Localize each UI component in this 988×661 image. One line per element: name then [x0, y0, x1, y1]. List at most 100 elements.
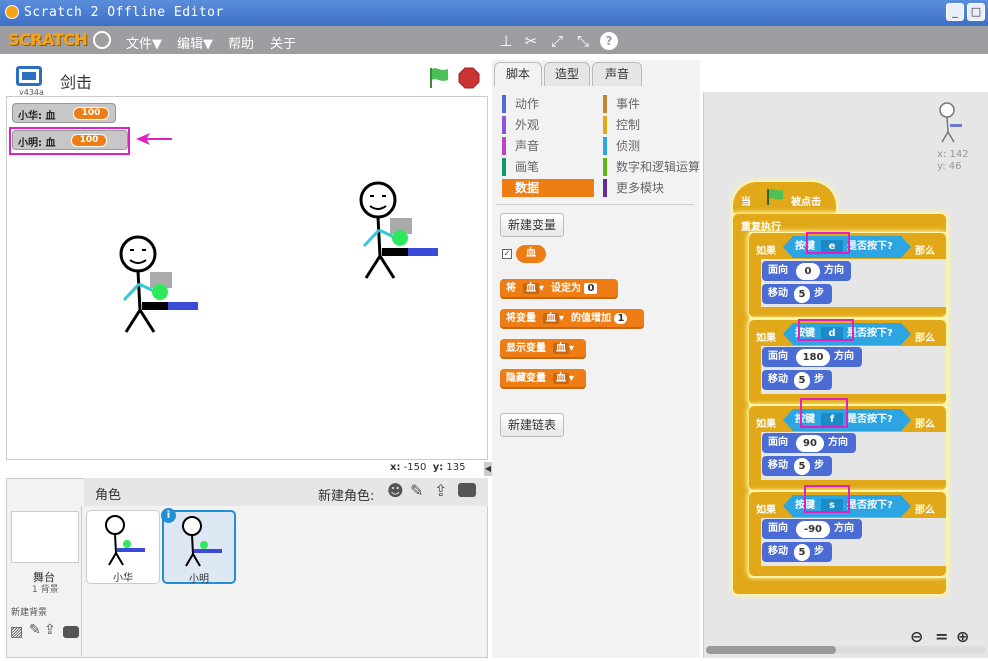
duplicate-stamp-icon[interactable]: ⊥: [497, 32, 515, 50]
menu-file[interactable]: 文件▼: [126, 33, 162, 52]
steps-input[interactable]: 5: [794, 458, 810, 475]
sprite-thumbnail-image: [182, 516, 222, 567]
menu-help[interactable]: 帮助: [228, 33, 254, 52]
scratch-logo[interactable]: SCRATCH: [8, 30, 88, 49]
tab-costumes[interactable]: 造型: [544, 62, 590, 86]
steps-input[interactable]: 5: [794, 286, 810, 303]
sprite-panel-title: 角色: [95, 488, 122, 503]
category-pen[interactable]: 画笔: [502, 158, 594, 176]
new-variable-button[interactable]: 新建变量: [500, 213, 564, 237]
direction-input[interactable]: 90: [796, 435, 824, 452]
backdrop-upload-icon[interactable]: ⇪: [44, 622, 56, 638]
variable-value: 100: [73, 107, 109, 120]
info-icon[interactable]: i: [161, 508, 176, 523]
category-list-right: 事件 控制 侦测 数字和逻辑运算 更多模块: [603, 95, 700, 197]
collapse-arrow-icon[interactable]: ◀: [484, 462, 492, 476]
green-flag-icon: [767, 189, 783, 205]
arrow-annotation-icon: [136, 133, 172, 145]
highlight-box: [804, 485, 850, 513]
highlight-box: [9, 127, 130, 155]
new-backdrop-label: 新建背景: [11, 608, 48, 618]
block-help-icon[interactable]: ?: [600, 32, 618, 50]
backdrop-camera-icon[interactable]: [63, 626, 79, 638]
sprite-name: 小华: [113, 573, 133, 584]
paint-brush-icon[interactable]: ✎: [410, 481, 423, 500]
shrink-icon[interactable]: ⤡: [574, 32, 592, 50]
mouse-coordinates: x: -150 y: 135: [390, 462, 466, 473]
category-control[interactable]: 控制: [603, 116, 700, 134]
direction-input[interactable]: 180: [796, 349, 830, 366]
delete-scissors-icon[interactable]: ✂: [522, 32, 540, 50]
language-globe-icon[interactable]: [93, 31, 111, 49]
stage-thumbnail[interactable]: [11, 511, 79, 563]
point-in-direction-block[interactable]: 面向 180 方向: [762, 347, 862, 367]
new-sprite-label: 新建角色:: [318, 489, 375, 504]
set-variable-block[interactable]: 将 血 ▾ 设定为 0: [500, 279, 618, 299]
highlight-box: [798, 319, 854, 341]
variable-reporter[interactable]: 血: [516, 245, 546, 263]
category-events[interactable]: 事件: [603, 95, 700, 113]
horizontal-scrollbar[interactable]: [706, 646, 986, 654]
variable-monitor[interactable]: 小华: 血 100: [12, 103, 116, 123]
move-steps-block[interactable]: 移动 5 步: [762, 370, 832, 390]
sprite-y-position: y: 46: [937, 161, 962, 172]
stop-icon[interactable]: [458, 67, 480, 89]
category-sensing[interactable]: 侦测: [603, 137, 700, 155]
tab-scripts[interactable]: 脚本: [494, 62, 542, 86]
sprite-panel-header: [84, 478, 488, 506]
title-bar: Scratch 2 Offline Editor _ □: [0, 0, 988, 26]
grow-icon[interactable]: ⤢: [548, 32, 566, 50]
sprite-thumbnail-image: [105, 515, 145, 566]
camera-icon[interactable]: [458, 483, 476, 497]
minimize-icon[interactable]: _: [946, 3, 964, 21]
zoom-out-icon[interactable]: ⊖: [910, 627, 923, 646]
backdrop-library-icon[interactable]: ▨: [10, 624, 23, 640]
category-list-left: 动作 外观 声音 画笔 数据: [502, 95, 594, 197]
category-more-blocks[interactable]: 更多模块: [603, 179, 700, 197]
backdrop-paint-icon[interactable]: ✎: [29, 622, 41, 638]
sprite-library-icon[interactable]: ☻: [387, 481, 404, 500]
steps-input[interactable]: 5: [794, 372, 810, 389]
category-motion[interactable]: 动作: [502, 95, 594, 113]
steps-input[interactable]: 5: [794, 544, 810, 561]
app-icon: [5, 5, 19, 19]
direction-input[interactable]: 0: [796, 263, 820, 280]
highlight-box: [806, 232, 850, 254]
show-variable-block[interactable]: 显示变量 血 ▾: [500, 339, 586, 359]
category-operators[interactable]: 数字和逻辑运算: [603, 158, 700, 176]
highlight-box: [800, 398, 848, 428]
fullscreen-icon[interactable]: [16, 66, 42, 86]
sprite-x-position: x: 142: [937, 149, 969, 160]
maximize-icon[interactable]: □: [967, 3, 985, 21]
project-name[interactable]: 剑击: [60, 69, 92, 93]
divider: [496, 204, 694, 205]
zoom-in-icon[interactable]: ⊕: [956, 627, 969, 646]
move-steps-block[interactable]: 移动 5 步: [762, 284, 832, 304]
point-in-direction-block[interactable]: 面向 0 方向: [762, 261, 851, 281]
move-steps-block[interactable]: 移动 5 步: [762, 542, 832, 562]
menu-edit[interactable]: 编辑▼: [177, 33, 213, 52]
category-looks[interactable]: 外观: [502, 116, 594, 134]
sprite-xiaohua-figure[interactable]: [112, 232, 202, 340]
category-sound[interactable]: 声音: [502, 137, 594, 155]
menu-about[interactable]: 关于: [270, 33, 296, 52]
green-flag-icon[interactable]: [428, 66, 450, 90]
category-data[interactable]: 数据: [502, 179, 594, 197]
point-in-direction-block[interactable]: 面向 -90 方向: [762, 519, 862, 539]
direction-input[interactable]: -90: [796, 521, 830, 538]
sprite-xiaoming-figure[interactable]: [352, 178, 442, 286]
tab-sounds[interactable]: 声音: [592, 62, 642, 86]
sprite-thumbnail[interactable]: 小华: [86, 510, 160, 584]
change-variable-block[interactable]: 将变量 血 ▾ 的值增加 1: [500, 309, 644, 329]
scrollbar-thumb[interactable]: [706, 646, 836, 654]
hide-variable-block[interactable]: 隐藏变量 血 ▾: [500, 369, 586, 389]
when-flag-clicked-block[interactable]: 当 被点击: [733, 182, 836, 214]
point-in-direction-block[interactable]: 面向 90 方向: [762, 433, 856, 453]
move-steps-block[interactable]: 移动 5 步: [762, 456, 832, 476]
window-title: Scratch 2 Offline Editor: [24, 5, 224, 20]
new-list-button[interactable]: 新建链表: [500, 413, 564, 437]
upload-icon[interactable]: ⇪: [434, 481, 447, 500]
sprite-name: 小明: [189, 574, 209, 585]
zoom-reset-icon[interactable]: =: [935, 627, 948, 646]
variable-checkbox[interactable]: ✓: [502, 249, 512, 259]
